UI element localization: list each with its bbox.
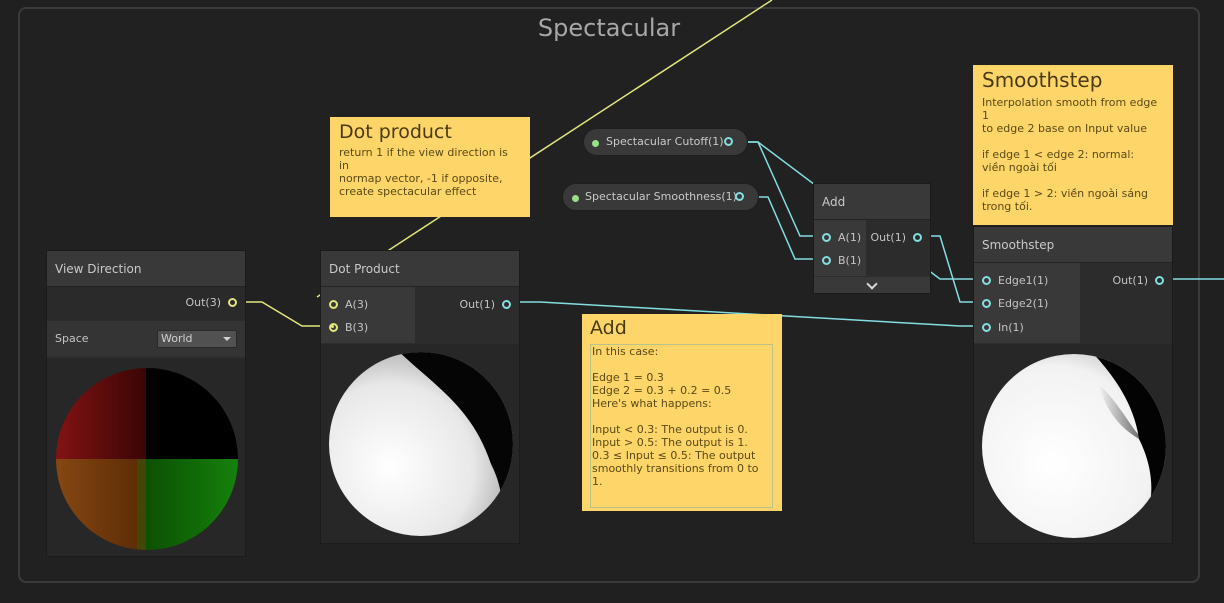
chevron-down-icon [866,278,878,290]
preview-sphere [56,368,238,550]
port-label: A(3) [345,298,369,311]
port-connector-icon[interactable] [913,233,922,242]
input-port-edge2[interactable]: Edge2(1) [982,293,1048,315]
port-label: Out(3) [185,296,221,309]
property-label: Spectacular Cutoff(1) [606,135,724,148]
port-connector-icon[interactable] [502,300,511,309]
port-label: A(1) [838,231,862,244]
input-port-in[interactable]: In(1) [982,317,1024,339]
port-connector-icon[interactable] [329,300,338,309]
port-label: Out(1) [870,231,906,244]
port-connector-icon[interactable] [228,298,237,307]
preview-area [321,344,519,543]
preview-sphere [982,354,1166,538]
port-label: Out(1) [1112,274,1148,287]
dot-product-node[interactable]: Dot Product A(3) B(3) Out(1) [320,250,520,544]
port-connector-icon[interactable] [735,192,744,201]
port-connector-icon[interactable] [982,276,991,285]
node-title[interactable]: Smoothstep [974,227,1172,263]
input-port-edge1[interactable]: Edge1(1) [982,270,1048,292]
group-title[interactable]: Spectacular [20,14,1198,42]
property-spectacular-cutoff[interactable]: Spectacular Cutoff(1) [583,128,748,156]
port-label: Out(1) [459,298,495,311]
chevron-down-icon [223,337,231,341]
input-port-b[interactable]: B(1) [822,250,861,272]
port-label: B(1) [838,254,862,267]
space-dropdown[interactable]: World [157,330,237,348]
sticky-body[interactable]: In this case: Edge 1 = 0.3 Edge 2 = 0.3 … [592,345,771,488]
port-label: Edge1(1) [998,274,1049,287]
node-title[interactable]: Add [814,184,930,220]
output-port-out[interactable]: Out(3) [185,292,237,314]
output-port-out[interactable]: Out(1) [1112,270,1164,292]
space-label: Space [55,332,89,345]
port-connector-icon[interactable] [724,137,733,146]
input-port-b[interactable]: B(3) [329,317,368,339]
preview-area [47,359,245,556]
sticky-title[interactable]: Smoothstep [982,68,1164,92]
expand-preview-button[interactable] [814,277,930,293]
port-label: Edge2(1) [998,297,1049,310]
port-label: In(1) [998,321,1024,334]
sticky-note-smoothstep[interactable]: Smoothstep Interpolation smooth from edg… [973,65,1173,225]
port-connector-icon[interactable] [982,299,991,308]
port-connector-icon[interactable] [822,233,831,242]
output-port-out[interactable]: Out(1) [870,227,922,249]
sticky-title[interactable]: Add [590,317,774,339]
sticky-body-frame[interactable]: In this case: Edge 1 = 0.3 Edge 2 = 0.3 … [590,344,773,508]
space-dropdown-value: World [161,332,193,345]
sticky-title[interactable]: Dot product [339,121,521,143]
sticky-body[interactable]: Interpolation smooth from edge 1 to edge… [982,96,1164,213]
view-direction-node[interactable]: View Direction Out(3) Space World [46,250,246,557]
property-indicator-icon [572,195,579,202]
property-spectacular-smoothness[interactable]: Spectacular Smoothness(1) [562,183,759,211]
preview-sphere [329,352,513,536]
port-connector-icon[interactable] [822,256,831,265]
sticky-note-add[interactable]: Add In this case: Edge 1 = 0.3 Edge 2 = … [582,314,782,511]
port-connector-icon[interactable] [329,323,338,332]
node-title[interactable]: View Direction [47,251,245,287]
output-port-out[interactable]: Out(1) [459,294,511,316]
input-port-a[interactable]: A(1) [822,227,861,249]
port-connector-icon[interactable] [982,323,991,332]
smoothstep-node[interactable]: Smoothstep Edge1(1) Edge2(1) In(1) Out(1… [973,226,1173,544]
sticky-body[interactable]: return 1 if the view direction is in nor… [339,146,521,198]
input-port-a[interactable]: A(3) [329,294,368,316]
port-connector-icon[interactable] [1155,276,1164,285]
preview-area [974,344,1172,543]
sticky-note-dot-product[interactable]: Dot product return 1 if the view directi… [330,117,530,217]
add-node[interactable]: Add A(1) B(1) Out(1) [813,183,931,294]
property-indicator-icon [592,140,599,147]
port-label: B(3) [345,321,369,334]
node-title[interactable]: Dot Product [321,251,519,287]
property-label: Spectacular Smoothness(1) [585,190,737,203]
